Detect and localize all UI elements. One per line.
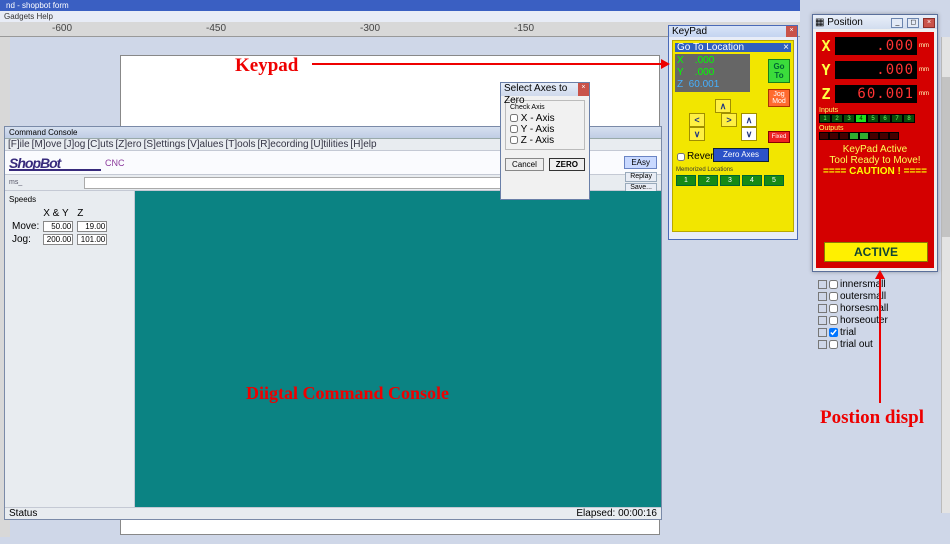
outputs-label: Outputs bbox=[819, 125, 931, 132]
arrow-up-icon[interactable]: ∧ bbox=[715, 99, 731, 113]
mem-button-5[interactable]: 5 bbox=[764, 175, 784, 186]
z-axis-checkbox[interactable]: Z - Axis bbox=[510, 135, 582, 146]
arrow-right-icon[interactable]: > bbox=[721, 113, 737, 127]
inputs-leds: 1 2 3 4 5 6 7 8 bbox=[819, 114, 931, 123]
dro-y: Y .000 mm bbox=[819, 59, 931, 81]
move-z-input[interactable] bbox=[77, 221, 107, 232]
scrollbar-vertical[interactable] bbox=[941, 37, 950, 513]
mem-button-3[interactable]: 3 bbox=[720, 175, 740, 186]
easy-button[interactable]: EAsy bbox=[624, 156, 657, 169]
close-icon[interactable]: × bbox=[786, 26, 797, 37]
mem-buttons: 1 2 3 4 5 bbox=[676, 175, 784, 186]
arrow-left-icon[interactable]: < bbox=[689, 113, 705, 127]
cancel-button[interactable]: Cancel bbox=[505, 158, 544, 171]
keypad-dro: X .000 Y .000 Z 60.001 bbox=[675, 54, 750, 92]
inputs-label: Inputs bbox=[819, 107, 931, 114]
x-axis-checkbox[interactable]: X - Axis bbox=[510, 113, 582, 124]
position-message: KeyPad Active Tool Ready to Move! ==== C… bbox=[819, 144, 931, 177]
jog-mode-button[interactable]: Jog Mod bbox=[768, 89, 790, 107]
position-panel: X .000 mm Y .000 mm Z 60.001 mm Inputs 1… bbox=[816, 32, 934, 268]
app-menubar[interactable]: Gadgets Help bbox=[0, 11, 800, 22]
select-axes-title: Select Axes to Zero × bbox=[501, 83, 589, 96]
maximize-icon[interactable]: ◻ bbox=[907, 18, 919, 28]
move-xy-input[interactable] bbox=[43, 221, 73, 232]
mem-button-4[interactable]: 4 bbox=[742, 175, 762, 186]
annotation-keypad: Keypad bbox=[235, 55, 298, 77]
layer-checkbox[interactable] bbox=[829, 292, 838, 301]
annotation-arrow-position bbox=[879, 278, 881, 403]
zero-button[interactable]: ZERO bbox=[549, 158, 585, 171]
annotation-position: Postion displ bbox=[820, 407, 924, 429]
dro-z: Z 60.001 mm bbox=[819, 83, 931, 105]
y-axis-checkbox[interactable]: Y - Axis bbox=[510, 124, 582, 135]
status-bar: Status Elapsed: 00:00:16 bbox=[5, 507, 661, 519]
goto-header: Go To Location× bbox=[675, 43, 791, 52]
layer-checkbox[interactable] bbox=[829, 328, 838, 337]
console-output-area bbox=[135, 191, 661, 507]
mem-button-1[interactable]: 1 bbox=[676, 175, 696, 186]
command-input[interactable] bbox=[84, 177, 564, 189]
keypad-titlebar: KeyPad × bbox=[669, 26, 797, 37]
mem-button-2[interactable]: 2 bbox=[698, 175, 718, 186]
z-up-icon[interactable]: ∧ bbox=[741, 113, 757, 127]
replay-button[interactable]: Replay bbox=[625, 172, 657, 182]
jog-xy-input[interactable] bbox=[43, 234, 73, 245]
keypad-panel: Go To Location× X .000 Y .000 Z 60.001 G… bbox=[672, 40, 794, 232]
dro-x: X .000 mm bbox=[819, 35, 931, 57]
app-titlebar: nd - shopbot form bbox=[0, 0, 800, 11]
minimize-icon[interactable]: _ bbox=[891, 18, 903, 28]
arrow-down-icon[interactable]: ∨ bbox=[689, 127, 705, 141]
zero-axes-button[interactable]: Zero Axes bbox=[713, 148, 769, 162]
fixed-button[interactable]: Fixed bbox=[768, 131, 790, 143]
position-titlebar: ▦ Position _ ◻ × bbox=[813, 15, 937, 29]
layer-checkbox[interactable] bbox=[829, 280, 838, 289]
z-down-icon[interactable]: ∨ bbox=[741, 127, 757, 141]
cnc-label: CNC bbox=[105, 158, 125, 168]
position-window: ▦ Position _ ◻ × X .000 mm Y .000 mm Z 6… bbox=[812, 14, 938, 272]
speeds-panel: Speeds X & YZ Move: Jog: bbox=[5, 191, 135, 507]
annotation-arrow-keypad bbox=[312, 63, 662, 65]
close-icon[interactable]: × bbox=[783, 42, 789, 53]
active-button[interactable]: ACTIVE bbox=[824, 242, 928, 262]
jog-arrows: ∧ < > ∧ ∨ ∨ bbox=[677, 99, 769, 141]
mem-locations-label: Memorized Locations bbox=[676, 167, 733, 173]
select-axes-dialog: Select Axes to Zero × Check Axis X - Axi… bbox=[500, 82, 590, 200]
close-icon[interactable]: × bbox=[923, 18, 935, 28]
outputs-leds bbox=[819, 132, 931, 140]
jog-z-input[interactable] bbox=[77, 234, 107, 245]
keypad-window: KeyPad × Go To Location× X .000 Y .000 Z… bbox=[668, 25, 798, 240]
layer-checkbox[interactable] bbox=[829, 316, 838, 325]
layer-checkbox[interactable] bbox=[829, 340, 838, 349]
annotation-console: Diigtal Command Console bbox=[246, 383, 449, 404]
check-axis-group: Check Axis X - Axis Y - Axis Z - Axis bbox=[505, 100, 585, 150]
speeds-heading: Speeds bbox=[9, 195, 130, 204]
goto-button[interactable]: Go To bbox=[768, 59, 790, 83]
shopbot-logo: ShopBot bbox=[9, 155, 60, 171]
close-icon[interactable]: × bbox=[578, 83, 589, 96]
layer-checkbox[interactable] bbox=[829, 304, 838, 313]
